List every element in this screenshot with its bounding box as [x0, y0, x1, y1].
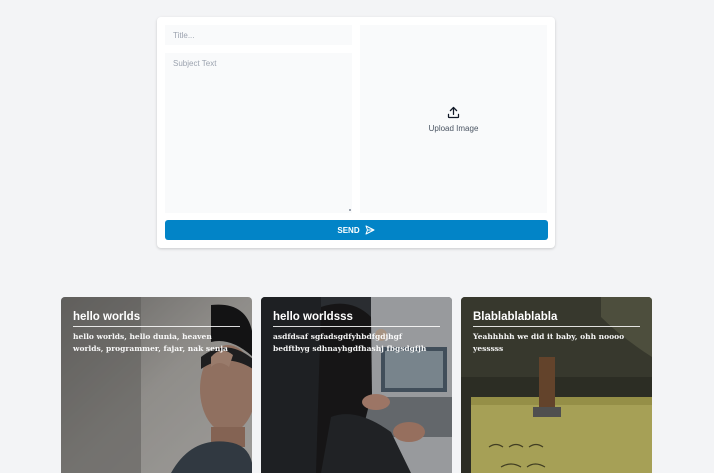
subject-text-area[interactable]: [165, 53, 352, 213]
send-icon: [365, 225, 375, 235]
send-button[interactable]: SEND: [165, 220, 548, 240]
card-title: hello worldsss: [273, 311, 440, 327]
card-description: hello worlds, hello dunia, heaven worlds…: [73, 332, 228, 353]
send-button-label: SEND: [337, 225, 360, 235]
textarea-resize-handle[interactable]: [349, 209, 351, 211]
post-form-card: Upload Image SEND: [157, 17, 555, 248]
upload-icon: [447, 106, 460, 119]
card-description: asdfdsaf sgfadsgdfyhbdfgdjhgf bedftbyg s…: [273, 332, 427, 353]
upload-image-label: Upload Image: [428, 124, 479, 133]
card-title: Blablablablabla: [473, 311, 640, 327]
post-card[interactable]: hello worlds hello worlds, hello dunia, …: [61, 297, 252, 473]
post-card[interactable]: Blablablablabla Yeahhhhh we did it baby,…: [461, 297, 652, 473]
post-card[interactable]: hello worldsss asdfdsaf sgfadsgdfyhbdfgd…: [261, 297, 452, 473]
upload-image-dropzone[interactable]: Upload Image: [360, 25, 547, 213]
card-title: hello worlds: [73, 311, 240, 327]
card-description: Yeahhhhh we did it baby, ohh noooo yesss…: [473, 332, 625, 353]
title-input[interactable]: [165, 25, 352, 45]
